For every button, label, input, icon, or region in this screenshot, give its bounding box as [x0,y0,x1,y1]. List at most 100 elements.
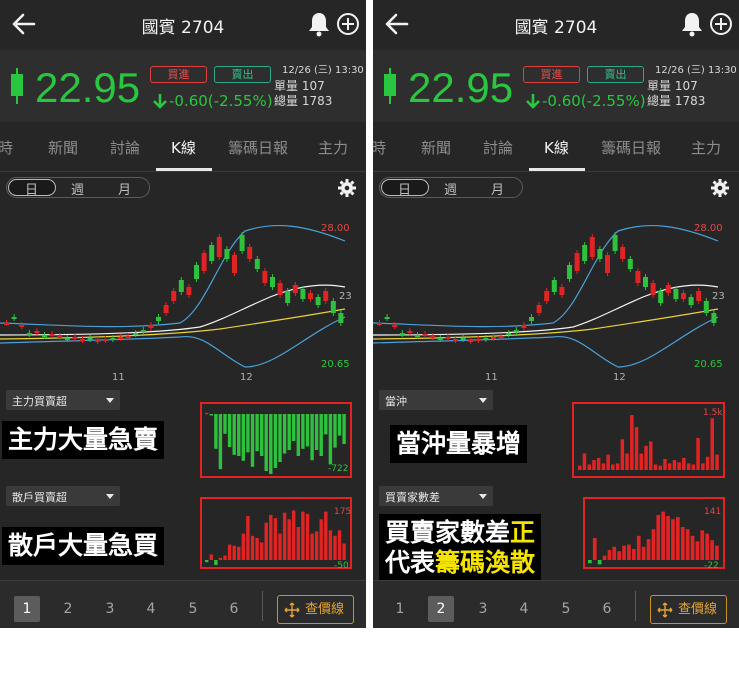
add-circle-icon[interactable] [336,12,360,36]
indicator2-dropdown[interactable]: 散戶買賣超 [6,486,120,506]
indicator1-dropdown[interactable]: 主力買賣超 [6,390,120,410]
chevron-down-icon [479,398,487,403]
period-week[interactable]: 週 [444,179,457,198]
histogram-bar [237,414,241,456]
histogram-bar [260,542,264,560]
tab-news[interactable]: 新聞 [421,137,451,158]
candle-body [681,293,686,299]
histogram-bar [592,460,596,470]
candle-body [102,339,108,341]
histogram-bar [237,546,241,560]
price-axis-high-label: 28.00 [321,223,350,234]
gear-icon[interactable] [710,178,730,198]
period-week[interactable]: 週 [71,179,84,198]
tab-chip-daily[interactable]: 籌碼日報 [228,137,288,158]
candle-body [300,289,306,299]
candle-body [95,340,101,342]
tab-kline[interactable]: K線 [171,137,196,158]
histogram-bar [310,533,314,560]
page-button-5[interactable]: 5 [180,596,206,622]
x-tick-label-11: 11 [112,372,125,383]
tab-time[interactable]: 時 [373,137,386,158]
candle-body [407,331,413,333]
last-price: 22.95 [35,64,141,111]
tab-news[interactable]: 新聞 [48,137,78,158]
candle-body [262,271,268,283]
period-day[interactable]: 日 [25,179,38,198]
buy-button[interactable]: 買進 [150,66,207,83]
buy-button[interactable]: 買進 [523,66,580,83]
price-line-label: 查價線 [678,602,718,617]
candle-body [216,237,222,257]
price-line-button[interactable]: 查價線 [277,595,354,624]
histogram-bar [310,414,314,461]
period-day[interactable]: 日 [398,179,411,198]
page-button-1[interactable]: 1 [14,596,40,622]
candle-body [650,283,656,295]
histogram-bar [287,519,291,560]
candle-body [627,259,633,269]
page-button-5[interactable]: 5 [553,596,579,622]
histogram-bar [656,514,661,560]
period-month[interactable]: 月 [491,179,504,198]
indicator2-label: 散戶買賣超 [12,491,67,504]
price-change: -0.60(-2.55%) [542,92,646,110]
indicator2-dropdown[interactable]: 買賣家數差 [379,486,493,506]
sell-button[interactable]: 賣出 [587,66,644,83]
page-button-4[interactable]: 4 [511,596,537,622]
chevron-down-icon [106,398,114,403]
tab-active-indicator [529,168,585,171]
indicator1-dropdown[interactable]: 當沖 [379,390,493,410]
candle-body [64,338,70,340]
page-button-6[interactable]: 6 [594,596,620,622]
bell-icon[interactable] [307,11,331,37]
annotation-callout: 當沖量暴增 [390,425,528,463]
histogram-bar [260,414,264,456]
bell-icon[interactable] [680,11,704,37]
page-button-2[interactable]: 2 [55,596,81,622]
histogram-bar [649,441,653,470]
page-button-1[interactable]: 1 [387,596,413,622]
histogram-bar [264,414,268,471]
page-button-3[interactable]: 3 [470,596,496,622]
candle-body [430,336,436,338]
histogram-bar [615,463,620,470]
footer-bar: 1 2 3 4 5 6 查價線 [0,580,366,628]
histogram-bar [622,545,626,560]
tab-chip-daily[interactable]: 籌碼日報 [601,137,661,158]
x-tick-label-12: 12 [240,372,253,383]
tab-discussion[interactable]: 討論 [483,137,513,158]
page-button-4[interactable]: 4 [138,596,164,622]
candle-body [506,333,512,335]
histogram-bar [205,560,209,563]
histogram-bar [636,535,641,560]
price-line-label: 查價線 [305,602,345,617]
histogram-bar [651,529,656,560]
candle-body [415,335,420,337]
candle-body [19,325,25,327]
histogram-bar [710,540,714,560]
add-circle-icon[interactable] [709,12,733,36]
tab-kline[interactable]: K線 [544,137,569,158]
candle-body [483,338,489,340]
page-button-3[interactable]: 3 [97,596,123,622]
tab-time[interactable]: 時 [0,137,13,158]
histogram-bar [667,463,672,470]
tab-main-force[interactable]: 主力 [691,137,721,158]
tab-main-force[interactable]: 主力 [318,137,348,158]
gear-icon[interactable] [337,178,357,198]
histogram-bar [255,538,259,560]
candle-body [270,277,275,287]
page-button-2[interactable]: 2 [428,596,454,622]
period-month[interactable]: 月 [118,179,131,198]
page-button-6[interactable]: 6 [221,596,247,622]
total-volume: 總量 1783 [647,94,706,108]
sell-button[interactable]: 賣出 [214,66,271,83]
tab-discussion[interactable]: 討論 [110,137,140,158]
histogram-bar [296,527,300,560]
histogram-bar [218,414,223,470]
annotation-callout-2: 散戶大量急買 [2,527,165,565]
histogram-bar [328,414,333,465]
candle-body [49,334,55,336]
price-line-button[interactable]: 查價線 [650,595,727,624]
